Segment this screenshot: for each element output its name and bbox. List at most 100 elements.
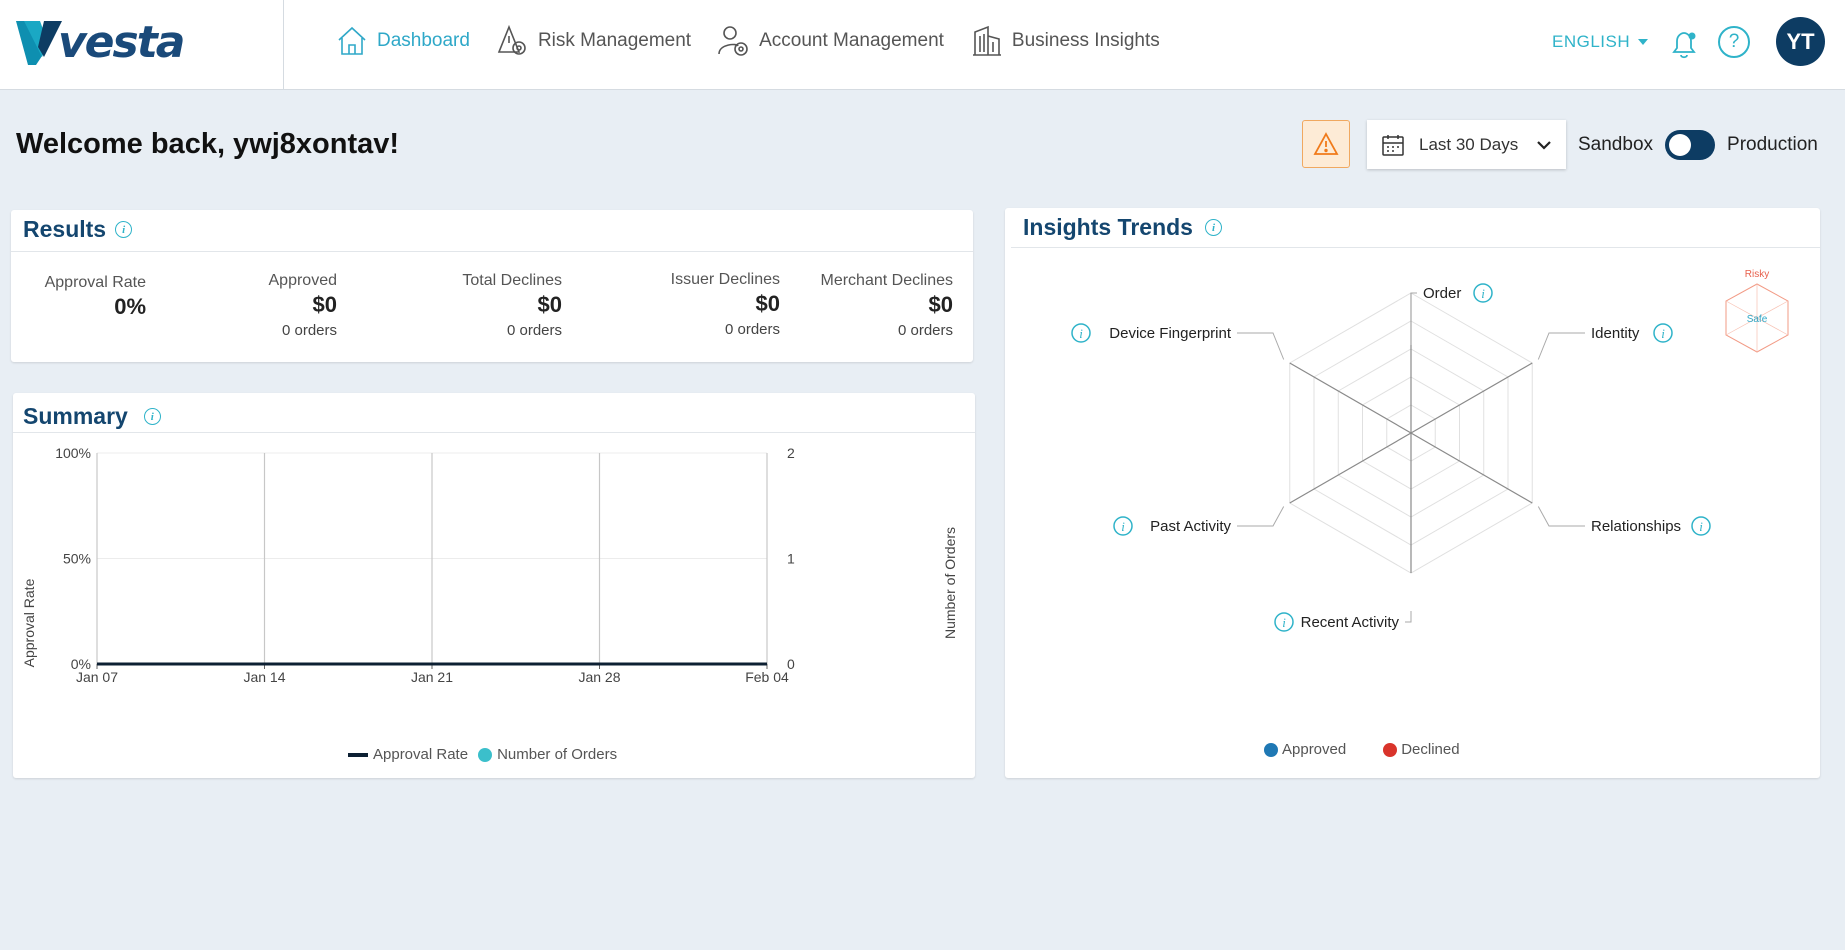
x-tick-label: Jan 07 — [76, 669, 118, 685]
legend-approved-dot — [1264, 742, 1278, 757]
metric-merchant-declines: Merchant Declines $0 0 orders — [821, 272, 954, 339]
results-title-text: Results — [23, 216, 107, 242]
metric-value: 0% — [114, 294, 146, 319]
metric-orders: 0 orders — [724, 321, 780, 338]
language-label: ENGLISH — [1552, 32, 1631, 51]
welcome-heading: Welcome back, ywj8xontav! — [16, 128, 400, 160]
radar-label-connector — [1237, 332, 1285, 360]
nav-risk-management[interactable]: Risk Management — [496, 24, 691, 58]
logo-text: vesta — [58, 16, 185, 68]
radar-spoke — [1289, 362, 1412, 434]
radar-spoke — [1289, 432, 1412, 504]
insights-card: Insights Trends i Risky Safe Order i Ident… — [1005, 208, 1820, 778]
info-icon-glyph: i — [1079, 326, 1083, 341]
radar-spoke — [1410, 362, 1533, 434]
info-icon[interactable]: i — [1204, 219, 1222, 236]
radar-label-connector — [1537, 506, 1585, 527]
date-range-dropdown[interactable]: Last 30 Days — [1367, 120, 1566, 169]
insights-title: Insights Trends i — [1023, 214, 1222, 241]
summary-line-chart: Approval Rate Number of Orders 0%50%100%… — [21, 445, 958, 685]
chevron-down-icon — [1537, 140, 1551, 150]
main-nav: Dashboard Risk Management Account Manage… — [335, 24, 1186, 58]
metric-issuer-declines: Issuer Declines $0 0 orders — [671, 271, 780, 338]
info-icon[interactable]: i — [115, 221, 133, 238]
results-title: Results i — [23, 216, 133, 243]
home-icon — [338, 26, 366, 55]
y2-tick-label: 2 — [787, 445, 795, 461]
shield-gear-icon — [497, 24, 526, 55]
metric-value: $0 — [755, 291, 780, 316]
metric-label: Approval Rate — [44, 274, 146, 291]
y-tick-label: 50% — [63, 551, 91, 567]
info-icon-glyph: i — [1699, 519, 1703, 534]
legend-approval-rate: Approval Rate — [373, 746, 469, 763]
info-icon[interactable]: i — [1691, 516, 1711, 536]
metric-value: $0 — [537, 292, 562, 317]
metric-label: Approved — [268, 272, 338, 289]
user-avatar[interactable]: YT — [1776, 17, 1825, 66]
header-divider — [283, 0, 284, 90]
vesta-logo[interactable]: vesta — [14, 16, 185, 68]
y-tick-label: 100% — [55, 445, 91, 461]
summary-title-text: Summary — [23, 403, 128, 429]
environment-switch: Sandbox Production — [1578, 130, 1818, 160]
radar-spoke — [1410, 432, 1533, 504]
user-gear-icon — [718, 26, 748, 56]
info-icon[interactable]: i — [1653, 323, 1673, 343]
legend-declined: Declined — [1401, 741, 1460, 758]
nav-business-insights-label: Business Insights — [1011, 30, 1160, 51]
nav-risk-management-label: Risk Management — [537, 30, 692, 51]
summary-title: Summary i — [23, 403, 161, 430]
metric-label: Issuer Declines — [670, 271, 780, 288]
x-tick-label: Jan 28 — [578, 669, 620, 685]
radar-axis-label: Past Activity — [1150, 518, 1231, 535]
results-divider — [11, 251, 973, 252]
language-selector[interactable]: ENGLISH — [1552, 32, 1649, 52]
insights-legend: Approved Declined — [1264, 741, 1460, 758]
metric-approved: Approved $0 0 orders — [269, 272, 338, 339]
info-icon[interactable]: i — [1071, 323, 1091, 343]
radar-axis-label: Order — [1423, 285, 1461, 302]
nav-business-insights[interactable]: Business Insights — [970, 24, 1160, 58]
metric-approval-rate: Approval Rate 0% — [45, 274, 146, 320]
insights-title-text: Insights Trends — [1023, 214, 1193, 240]
help-icon[interactable]: ? — [1718, 26, 1750, 58]
caret-down-icon — [1638, 39, 1649, 45]
info-icon-glyph: i — [1481, 286, 1485, 301]
metric-label: Merchant Declines — [820, 272, 954, 289]
info-icon-glyph: i — [1282, 615, 1286, 630]
nav-dashboard[interactable]: Dashboard — [335, 24, 470, 58]
radar-label-connector — [1410, 292, 1417, 345]
vesta-logo-mark — [16, 21, 62, 65]
notification-bell-icon[interactable] — [1668, 27, 1700, 61]
metric-value: $0 — [928, 292, 953, 317]
warning-icon — [1313, 132, 1339, 155]
env-production-label: Production — [1727, 134, 1818, 155]
summary-legend: Approval Rate Number of Orders — [348, 746, 617, 763]
radar-label-connector — [1237, 506, 1285, 527]
x-tick-label: Jan 14 — [243, 669, 285, 685]
help-symbol: ? — [1728, 31, 1740, 52]
alerts-button[interactable] — [1302, 120, 1350, 168]
nav-account-management-label: Account Management — [759, 30, 944, 51]
toggle-knob — [1669, 134, 1692, 156]
info-icon[interactable]: i — [1473, 283, 1493, 303]
y2-tick-label: 1 — [787, 551, 795, 567]
results-card: Results i Approval Rate 0% Approved $0 0… — [11, 210, 973, 362]
insights-radar-chart: Order i Identity i Relationships i Recent Acti… — [1071, 283, 1711, 632]
info-icon[interactable]: i — [1274, 612, 1294, 632]
legend-declined-dot — [1383, 742, 1398, 757]
top-header: vesta Dashboard Risk Management Account … — [0, 0, 1845, 90]
legend-line-swatch — [348, 752, 368, 757]
environment-toggle[interactable] — [1665, 130, 1716, 160]
radar-axis-label: Recent Activity — [1301, 614, 1400, 631]
env-sandbox-label: Sandbox — [1578, 134, 1654, 155]
radar-label-connector — [1537, 332, 1585, 360]
info-icon[interactable]: i — [143, 408, 161, 425]
calendar-icon — [1382, 134, 1404, 156]
y2-axis-title: Number of Orders — [942, 527, 958, 639]
nav-account-management[interactable]: Account Management — [717, 24, 944, 58]
metric-orders: 0 orders — [897, 322, 953, 339]
info-icon[interactable]: i — [1113, 516, 1133, 536]
avatar-initials: YT — [1786, 28, 1815, 54]
